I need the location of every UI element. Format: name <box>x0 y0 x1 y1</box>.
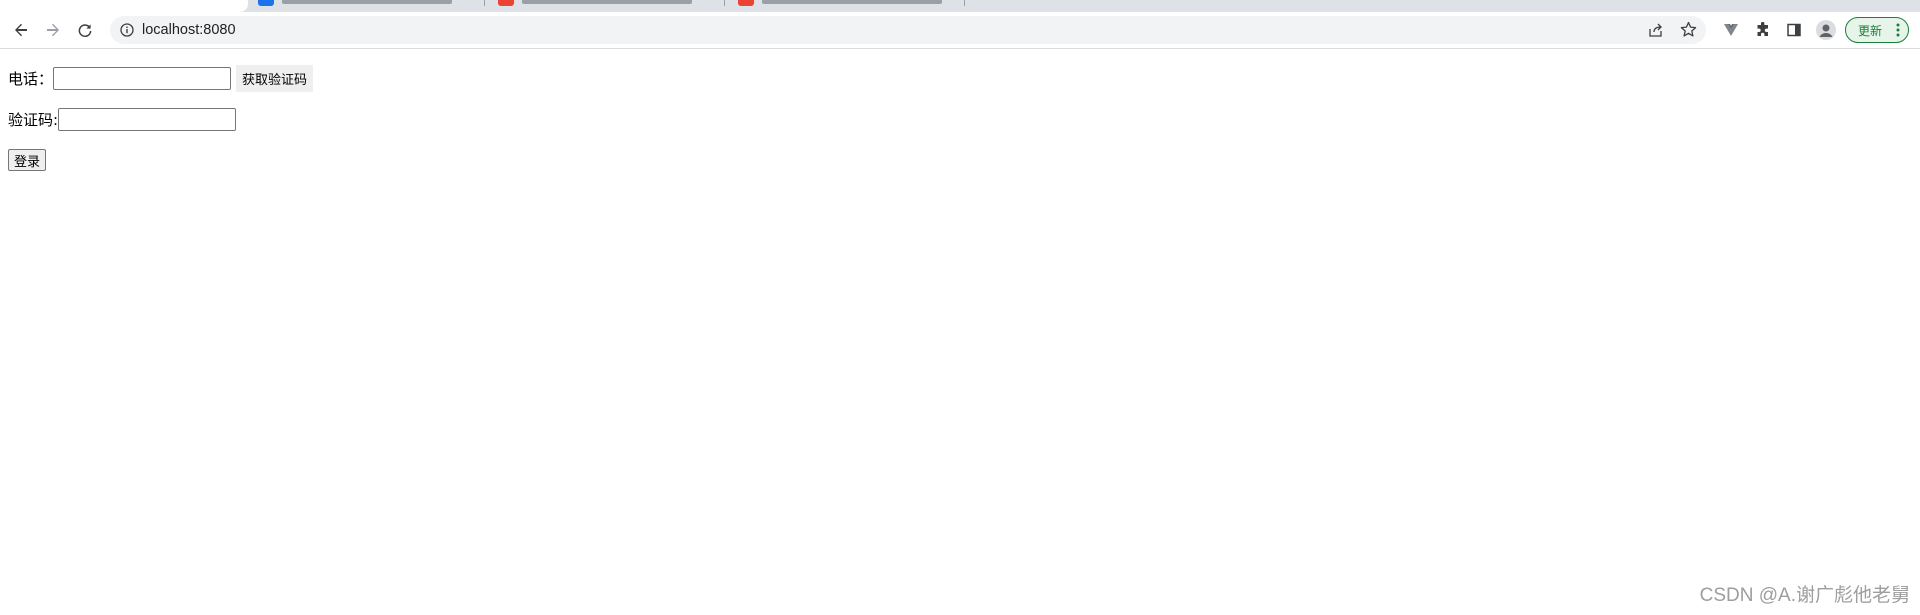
profile-avatar-icon[interactable] <box>1816 20 1836 40</box>
get-verification-code-button[interactable]: 获取验证码 <box>236 65 314 92</box>
tab-strip <box>0 0 1920 12</box>
tab-title-clipped <box>762 0 942 4</box>
tab-separator <box>724 0 725 6</box>
phone-label: 电话： <box>8 70 54 88</box>
browser-toolbar: localhost:8080 更新 <box>0 12 1920 49</box>
login-button[interactable]: 登录 <box>8 149 47 171</box>
extensions-puzzle-icon[interactable] <box>1753 20 1773 40</box>
back-arrow-icon[interactable] <box>9 18 33 42</box>
verification-code-input[interactable] <box>58 108 237 131</box>
forward-arrow-icon[interactable] <box>41 18 65 42</box>
page-content: 电话： 获取验证码 验证码: 登录 CSDN @A.谢广彪他老舅 <box>0 49 1920 615</box>
active-tab[interactable] <box>0 0 248 12</box>
watermark: CSDN @A.谢广彪他老舅 <box>1699 585 1910 606</box>
update-label: 更新 <box>1858 23 1883 38</box>
tab-favicon-icon <box>258 0 274 6</box>
tab-title-clipped <box>282 0 452 4</box>
tab-favicon-icon <box>738 0 754 6</box>
verification-code-label: 验证码: <box>8 111 59 129</box>
side-panel-icon[interactable] <box>1784 20 1804 40</box>
tab-separator <box>964 0 965 6</box>
tab-separator <box>484 0 485 6</box>
tab-favicon-icon <box>498 0 514 6</box>
address-bar[interactable]: localhost:8080 <box>110 16 1706 44</box>
login-row: 登录 <box>8 149 47 171</box>
star-icon[interactable] <box>1680 21 1697 38</box>
info-icon[interactable] <box>120 23 134 37</box>
share-icon[interactable] <box>1648 22 1664 38</box>
update-button[interactable]: 更新 <box>1845 17 1909 43</box>
code-row: 验证码: <box>8 108 237 131</box>
tab-title-clipped <box>522 0 692 4</box>
phone-input[interactable] <box>53 67 232 90</box>
phone-row: 电话： 获取验证码 <box>8 65 314 92</box>
more-vert-icon <box>1896 23 1900 37</box>
reload-icon[interactable] <box>73 18 97 42</box>
vue-devtools-icon[interactable] <box>1721 20 1741 40</box>
url-text[interactable]: localhost:8080 <box>142 21 236 39</box>
